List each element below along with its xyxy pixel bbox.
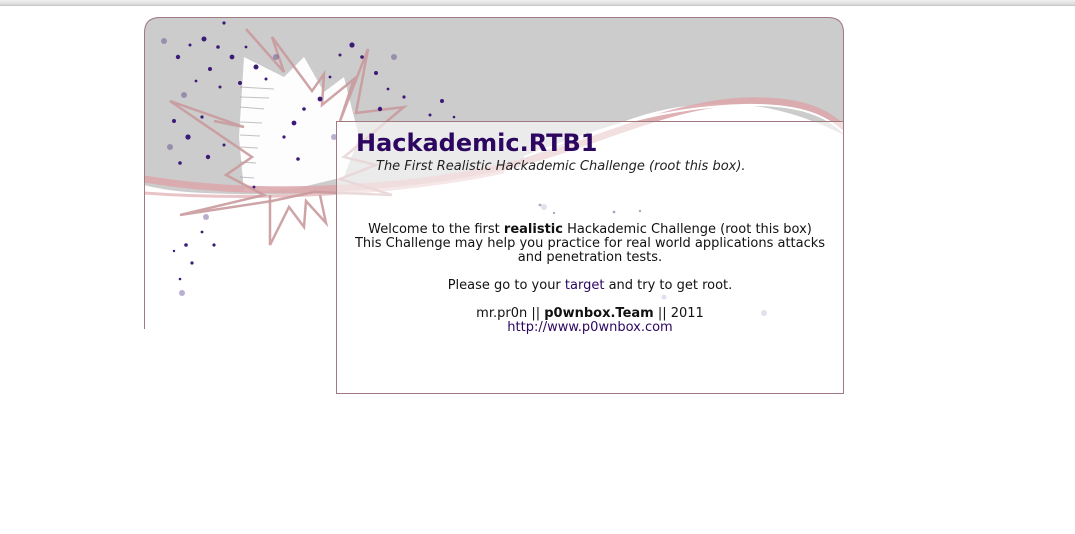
credits-year: 2011 [670, 306, 704, 321]
goto-prefix: Please go to your [447, 278, 565, 293]
content-body: Welcome to the first realistic Hackademi… [337, 223, 843, 335]
credits-separator: || [527, 306, 545, 321]
welcome-line-3: and penetration tests. [517, 250, 663, 265]
welcome-line-1: Welcome to the first realistic Hackademi… [337, 223, 843, 237]
p0wnbox-link[interactable]: http://www.p0wnbox.com [507, 320, 672, 335]
credits-line: mr.pr0n || p0wnbox.Team || 2011 [337, 307, 843, 321]
credits-separator: || [653, 306, 671, 321]
goto-suffix: and try to get root. [604, 278, 733, 293]
welcome-line-2: This Challenge may help you practice for… [354, 236, 826, 251]
page-title: Hackademic.RTB1 [356, 129, 598, 157]
goto-line: Please go to your target and try to get … [337, 279, 843, 293]
target-link[interactable]: target [565, 278, 605, 293]
credits-url-line: http://www.p0wnbox.com [337, 321, 843, 335]
welcome-suffix: Hackademic Challenge (root this box) [562, 222, 812, 237]
content-panel: Hackademic.RTB1 The First Realistic Hack… [336, 121, 844, 394]
browser-top-edge [0, 0, 1075, 6]
credits-author: mr.pr0n [476, 306, 528, 321]
credits-team: p0wnbox.Team [544, 306, 654, 321]
page-subtitle: The First Realistic Hackademic Challenge… [376, 159, 746, 174]
welcome-prefix: Welcome to the first [368, 222, 504, 237]
welcome-bold: realistic [503, 222, 563, 237]
